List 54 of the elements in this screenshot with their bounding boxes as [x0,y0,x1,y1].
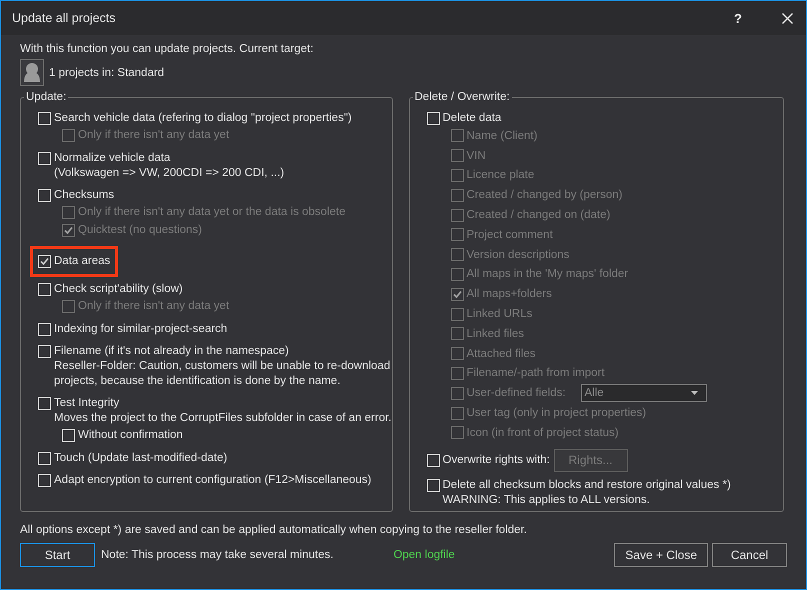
save-close-button[interactable]: Save + Close [614,543,708,567]
target-text: 1 projects in: Standard [49,66,164,78]
option-label: Only if there isn't any data yet [78,300,230,312]
start-button[interactable]: Start [20,543,95,567]
option-label: Without confirmation [78,429,183,441]
option-label: Overwrite rights with: [442,452,550,468]
option-label: Linked files [466,328,524,340]
footer-note: All options except *) are saved and can be applied automatically when copying to the reseller folder. [20,524,528,536]
option-label: Attached files [466,348,536,360]
intro-text: With this function you can update projects. Current target: [20,43,314,55]
option-label: Filename (if it's not already in the namespace) [54,344,289,359]
option-label: Delete data [442,111,502,126]
option-label: Check script'ability (slow) [54,282,183,297]
close-icon[interactable] [782,12,793,24]
process-note: Note: This process may take several minutes. [101,549,334,561]
option-label: Linked URLs [466,308,532,320]
option-label: Filename/-path from import [466,367,605,380]
option-label: Delete all checksum blocks and restore original values *) [442,478,731,493]
option-label: Indexing for similar-project-search [54,322,228,337]
option-label: Checksums [54,188,114,203]
option-label: Only if there isn't any data yet or the data is obsolete [78,206,346,218]
cancel-button[interactable]: Cancel [712,543,787,567]
option-label: Project comment [466,228,553,241]
option-label: Created / changed on (date) [466,209,610,222]
option-label: Name (Client) [466,130,538,142]
option-label: All maps in the 'My maps' folder [466,268,628,280]
option-label: Test Integrity [54,396,120,411]
option-label: User-defined fields: [466,387,567,400]
option-description: WARNING: This applies to ALL versions. [442,492,651,508]
option-label: Normalize vehicle data [54,151,170,166]
option-label: Version descriptions [466,248,570,261]
option-label: Only if there isn't any data yet [78,129,230,141]
option-label: VIN [466,150,486,162]
group-title: Update: [25,91,68,103]
caret-icon [690,391,698,396]
option-label: Touch (Update last-modified-date) [54,451,228,466]
option-label: Created / changed by (person) [466,189,622,202]
option-label: All maps+folders [466,288,552,300]
group-title: Delete / Overwrite: [414,91,511,103]
option-label: Licence plate [466,169,534,182]
avatar-icon [20,59,44,86]
option-description: Reseller-Folder: Caution, customers will be unable to re-download [53,359,392,374]
option-description: projects, because the identification is done by the name. [53,374,342,389]
logfile-link[interactable]: Open logfile [393,549,455,561]
option-label: Data areas [54,254,110,269]
option-description: Moves the project to the CorruptFiles subfolder in case of an error. [53,411,392,426]
option-description: (Volkswagen => VW, 200CDI => 200 CDI, ...) [53,166,286,181]
window-title: Update all projects [12,11,117,25]
help-button[interactable]: ? [730,10,746,26]
option-label: Quicktest (no questions) [78,224,202,236]
option-label: Search vehicle data (refering to dialog "project properties") [54,111,352,126]
option-label: Adapt encryption to current configuration (F12>Miscellaneous) [54,473,372,488]
option-label: Icon (in front of project status) [466,426,619,439]
option-label: User tag (only in project properties) [466,407,646,420]
